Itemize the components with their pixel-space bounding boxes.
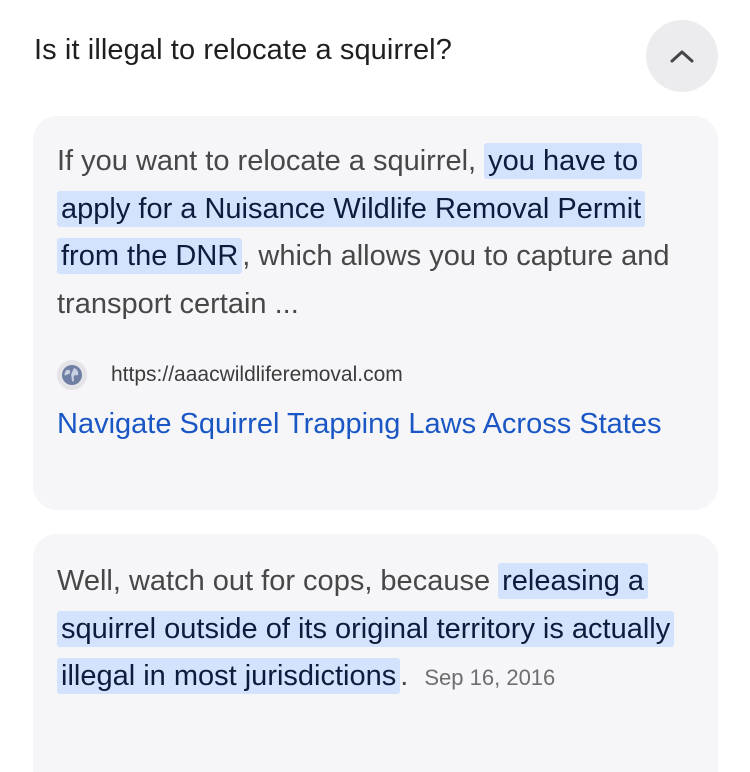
related-question-header[interactable]: Is it illegal to relocate a squirrel?	[0, 0, 750, 108]
answer-snippet-2: Well, watch out for cops, because releas…	[57, 558, 697, 702]
source-url: https://aaacwildliferemoval.com	[111, 363, 403, 386]
collapse-button[interactable]	[646, 20, 718, 92]
answer-snippet-1: If you want to relocate a squirrel, you …	[57, 138, 697, 328]
snippet-date: Sep 16, 2016	[424, 665, 556, 690]
search-result-page: Is it illegal to relocate a squirrel? If…	[0, 0, 750, 772]
chevron-up-icon	[669, 48, 695, 64]
snippet-text: .	[400, 660, 409, 692]
snippet-text: Well, watch out for cops, because	[57, 565, 491, 597]
question-title[interactable]: Is it illegal to relocate a squirrel?	[34, 34, 452, 67]
snippet-text: If you want to relocate a squirrel,	[57, 145, 477, 177]
source-row[interactable]: https://aaacwildliferemoval.com	[57, 360, 403, 390]
result-link[interactable]: Navigate Squirrel Trapping Laws Across S…	[57, 404, 677, 445]
globe-icon	[57, 360, 87, 390]
